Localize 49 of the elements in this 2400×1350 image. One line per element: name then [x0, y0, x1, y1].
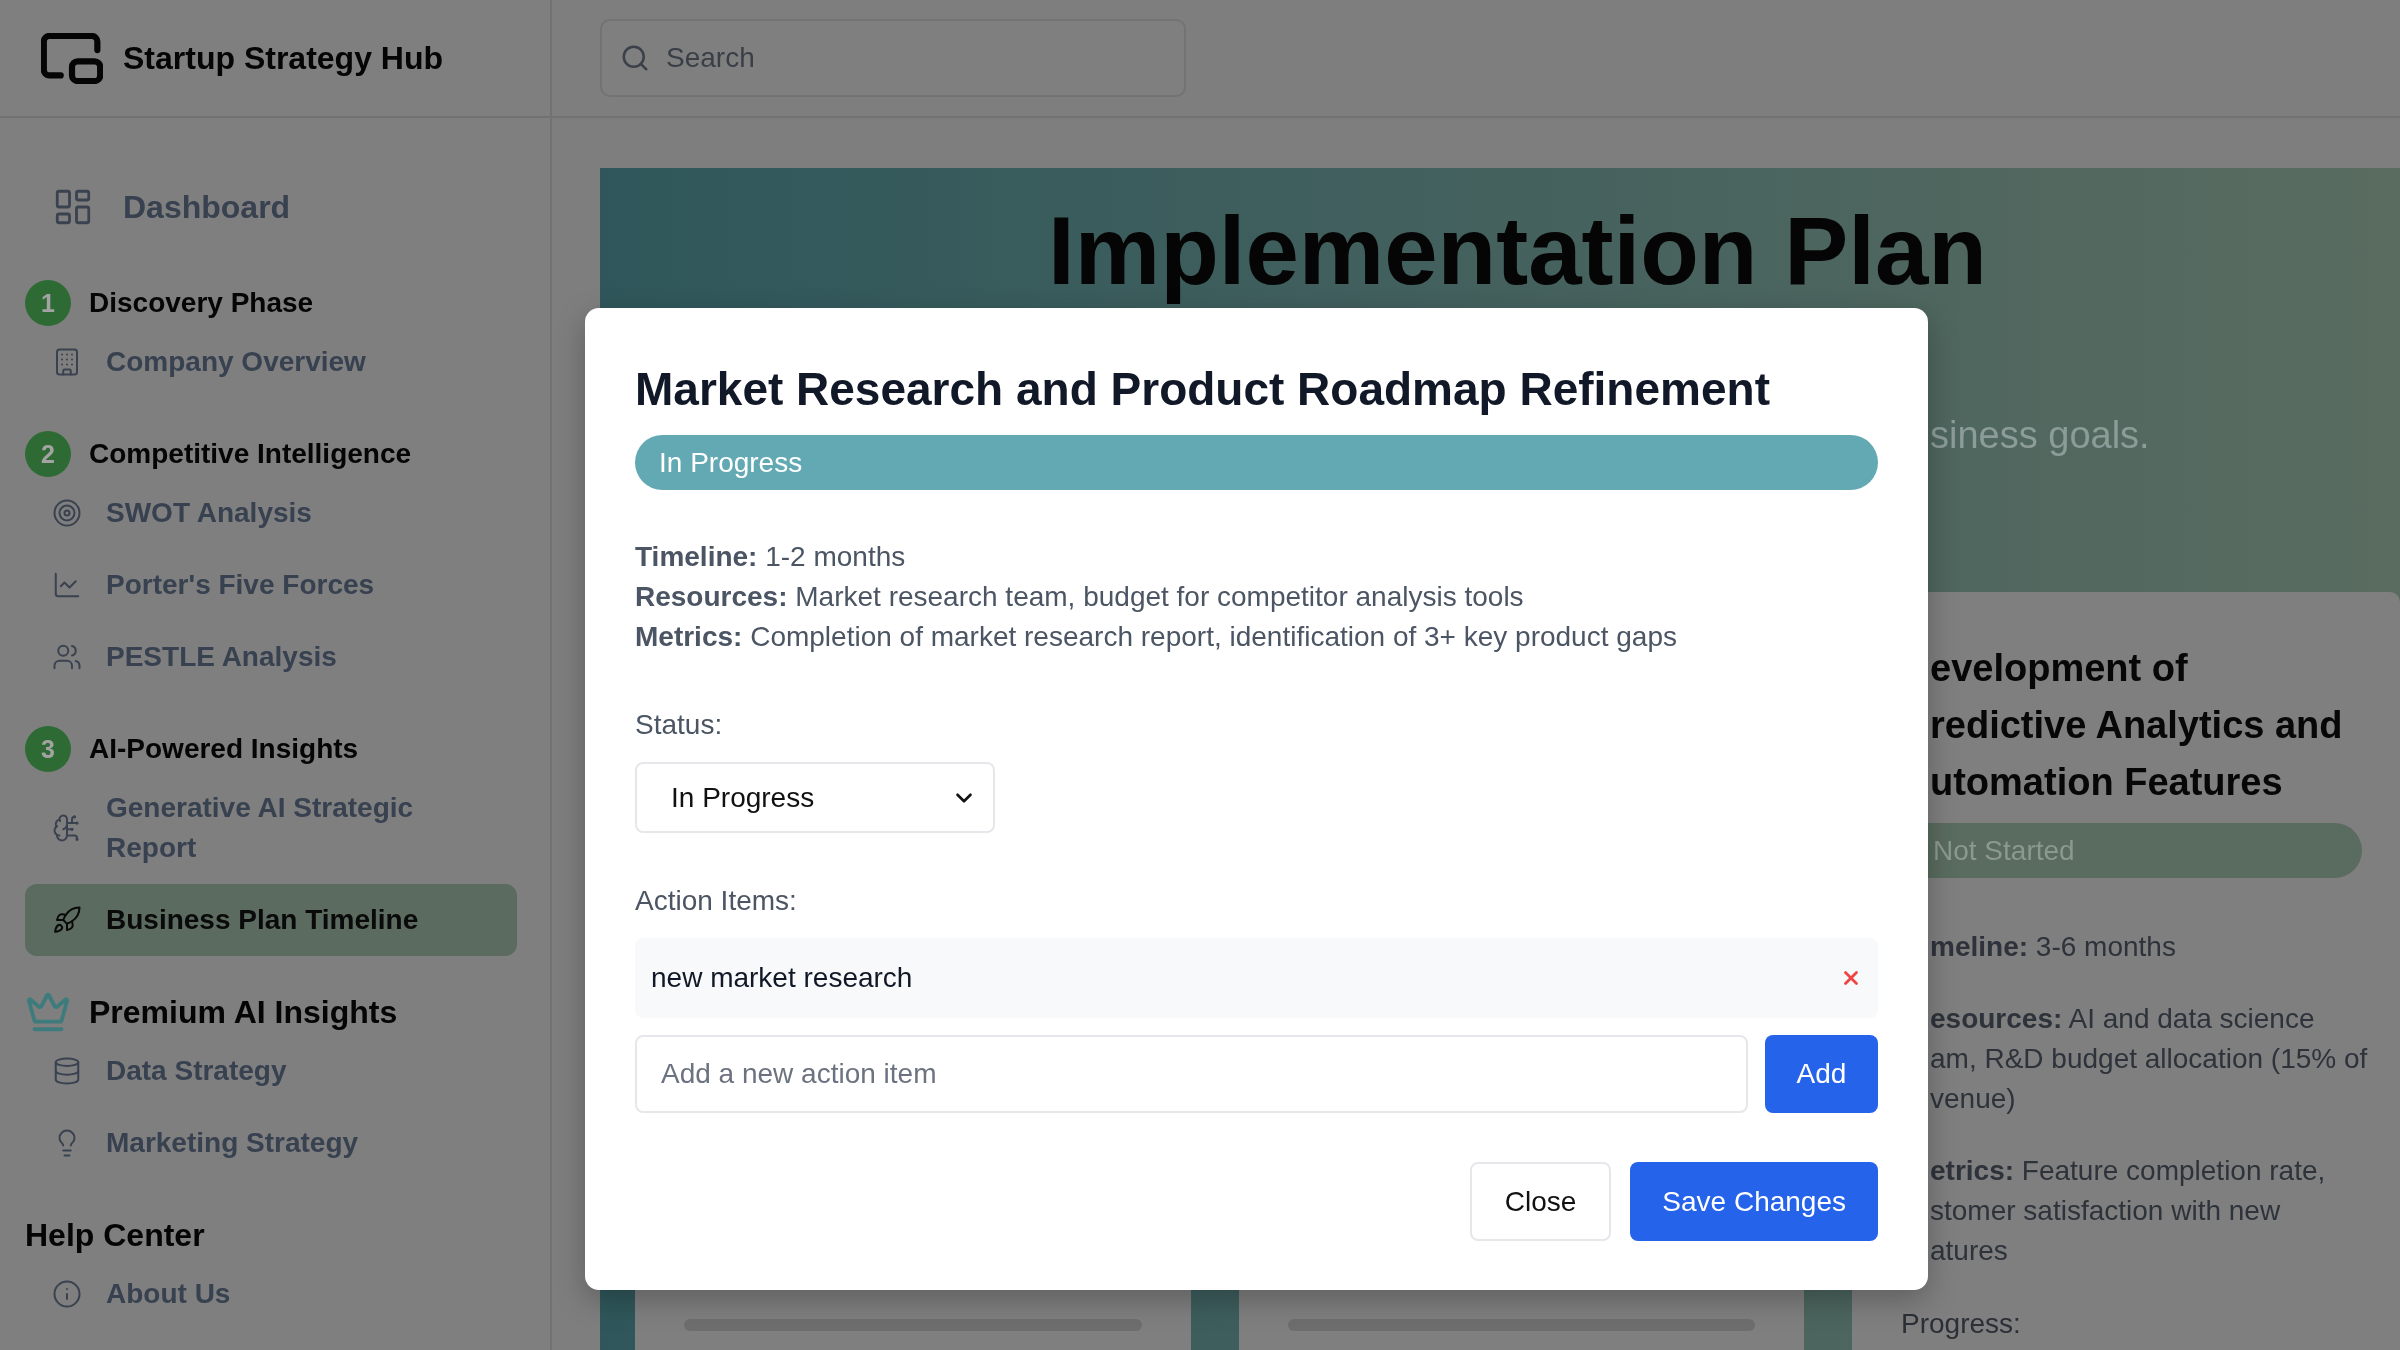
- status-badge: In Progress: [635, 435, 1878, 490]
- page-subtitle: siness goals.: [1930, 413, 2150, 458]
- add-button[interactable]: Add: [1765, 1035, 1878, 1113]
- action-item-text: new market research: [651, 962, 913, 994]
- sidebar-item[interactable]: Marketing Strategy: [25, 1107, 517, 1179]
- detail-line: Timeline: 1-2 months: [635, 540, 906, 574]
- rocket-icon: [52, 905, 82, 935]
- section-heading: AI-Powered Insights: [89, 733, 359, 765]
- detail-line: Metrics: Completion of market research report, identification of 3+ key product gaps: [635, 620, 1677, 654]
- save-button[interactable]: Save Changes: [1630, 1162, 1878, 1241]
- step-number-badge: 2: [25, 431, 71, 477]
- sidebar-item[interactable]: SWOT Analysis: [25, 477, 517, 549]
- field-label: Action Items:: [635, 884, 797, 918]
- detail-line: Resources: Market research team, budget for competitor analysis tools: [635, 580, 1524, 614]
- info-icon: [52, 1279, 82, 1309]
- users-icon: [52, 642, 82, 672]
- page-title: Implementation Plan: [1048, 198, 1987, 304]
- sidebar-item[interactable]: Business Plan Timeline: [25, 884, 517, 956]
- card-title: evelopment of redictive Analytics and utomation Features: [1930, 646, 2343, 805]
- sidebar-item[interactable]: Porter's Five Forces: [25, 549, 517, 621]
- sidebar-item[interactable]: Generative AI Strategic Report: [25, 772, 517, 884]
- field-label: Status:: [635, 708, 723, 742]
- card-detail: meline: 3-6 months: [1930, 930, 2176, 964]
- section-heading: Discovery Phase: [89, 287, 314, 319]
- line-chart-icon: [52, 570, 82, 600]
- card-detail: etrics: Feature completion rate, stomer satisfaction with new atures: [1930, 1154, 2326, 1268]
- close-button[interactable]: Close: [1469, 1162, 1612, 1241]
- step-number-badge: 1: [25, 280, 71, 326]
- sidebar-item[interactable]: Dashboard: [25, 171, 517, 243]
- modal-title: Market Research and Product Roadmap Refinement: [635, 362, 1770, 417]
- sidebar-item[interactable]: Data Strategy: [25, 1035, 517, 1107]
- sidebar-item[interactable]: Company Overview: [25, 326, 517, 398]
- status-select[interactable]: In Progress: [635, 762, 995, 833]
- database-icon: [52, 1056, 82, 1086]
- sidebar-item[interactable]: PESTLE Analysis: [25, 621, 517, 693]
- search-field[interactable]: Search: [600, 19, 1186, 97]
- progress-label: Progress:: [1901, 1307, 2021, 1341]
- logo-icon: [41, 32, 103, 84]
- sidebar-item[interactable]: About Us: [25, 1258, 517, 1330]
- app-title: Startup Strategy Hub: [123, 39, 444, 77]
- section-heading: Help Center: [25, 1216, 205, 1254]
- section-heading: Competitive Intelligence: [89, 438, 412, 470]
- card-detail: esources: AI and data science am, R&D budget allocation (15% of venue): [1930, 1002, 2368, 1116]
- action-item-input[interactable]: Add a new action item: [635, 1035, 1748, 1113]
- section-heading: Premium AI Insights: [89, 993, 398, 1031]
- step-number-badge: 3: [25, 726, 71, 772]
- target-icon: [52, 498, 82, 528]
- brain-icon: [52, 813, 82, 843]
- search-icon: [620, 43, 650, 73]
